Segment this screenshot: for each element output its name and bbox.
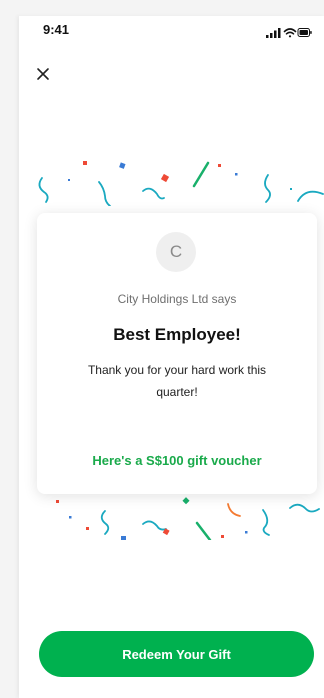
close-icon <box>37 68 49 80</box>
status-icons <box>266 25 312 43</box>
screen: 9:41 C City Holdings Ltd says Best Emplo… <box>19 16 324 698</box>
confetti-decoration-bottom <box>56 497 320 540</box>
award-card: C City Holdings Ltd says Best Employee! … <box>37 213 317 494</box>
voucher-label: Here's a S$100 gift voucher <box>92 453 262 468</box>
sender-label: City Holdings Ltd says <box>117 292 237 306</box>
status-bar: 9:41 <box>19 16 324 46</box>
signal-icon <box>266 28 281 38</box>
avatar: C <box>156 232 196 272</box>
status-time: 9:41 <box>43 22 70 37</box>
confetti-decoration-top <box>38 161 324 206</box>
battery-icon <box>297 28 312 37</box>
close-button[interactable] <box>33 64 53 84</box>
award-title: Best Employee! <box>113 325 241 344</box>
award-message: Thank you for your hard work this quarte… <box>87 363 267 399</box>
redeem-gift-button[interactable]: Redeem Your Gift <box>39 631 314 677</box>
wifi-icon <box>283 28 297 38</box>
